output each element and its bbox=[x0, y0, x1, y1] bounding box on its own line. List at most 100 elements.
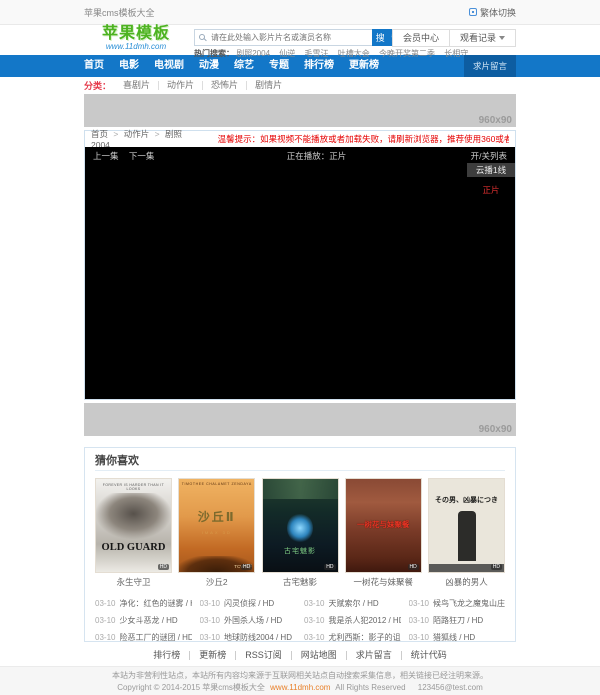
update-item[interactable]: 03-10候鸟飞龙之魔鬼山庄 / HD bbox=[409, 595, 506, 612]
nav-item-tv[interactable]: 电视剧 bbox=[154, 55, 184, 77]
update-item[interactable]: 03-10险恶工厂的谜团 / HD bbox=[95, 629, 192, 642]
update-title: 闪灵侦探 / HD bbox=[224, 595, 274, 612]
update-date: 03-10 bbox=[304, 595, 324, 612]
request-film-button[interactable]: 求片留言 bbox=[464, 55, 516, 77]
video-player[interactable]: 上一集 下一集 正在播放：正片 开/关列表 云播1线 正片 bbox=[85, 147, 515, 399]
footer-links: 排行榜更新榜RSS订阅网站地图求片留言统计代码 bbox=[0, 642, 600, 666]
movie-title: 永生守卫 bbox=[95, 576, 172, 588]
footer-link-ranking[interactable]: 排行榜 bbox=[144, 651, 190, 660]
update-date: 03-10 bbox=[95, 595, 115, 612]
footer-link-sitemap[interactable]: 网站地图 bbox=[292, 651, 347, 660]
footer-link-request[interactable]: 求片留言 bbox=[347, 651, 402, 660]
update-item[interactable]: 03-10闪灵侦探 / HD bbox=[200, 595, 297, 612]
update-date: 03-10 bbox=[304, 612, 324, 629]
player-notice: 温馨提示：如果视频不能播放或者加载失败，请刷新浏览器，推荐使用360或者谷歌浏览… bbox=[218, 133, 509, 145]
footer-site-url[interactable]: www.11dmh.com bbox=[270, 683, 330, 692]
suggestions-title: 猜你喜欢 bbox=[95, 448, 505, 471]
movie-card[interactable]: 古宅魅影 HD 古宅魅影 bbox=[262, 478, 339, 588]
suggestions-section: 猜你喜欢 FOREVER IS HARDER THAN IT LOOKS OLD… bbox=[84, 447, 516, 642]
watch-history-dropdown[interactable]: 观看记录 bbox=[450, 30, 515, 46]
nav-item-home[interactable]: 首页 bbox=[84, 55, 104, 77]
update-item[interactable]: 03-10外国杀人场 / HD bbox=[200, 612, 297, 629]
update-item[interactable]: 03-10陌路狂刀 / HD bbox=[409, 612, 506, 629]
movie-title: 凶暴的男人 bbox=[428, 576, 505, 588]
update-date: 03-10 bbox=[409, 612, 429, 629]
movie-card[interactable]: その男、凶暴につき HD 凶暴的男人 bbox=[428, 478, 505, 588]
movie-title: 古宅魅影 bbox=[262, 576, 339, 588]
poster-title: 沙丘Ⅱ bbox=[179, 508, 254, 525]
footer: 本站为非营利性站点，本站所有内容均来源于互联网相关站点自动搜索采集信息，相关链接… bbox=[0, 666, 600, 695]
latest-updates-grid: 03-10净化：红色的谜雾 / HD 03-10闪灵侦探 / HD 03-10天… bbox=[95, 595, 505, 642]
episode-link[interactable]: 正片 bbox=[467, 184, 515, 196]
footer-disclaimer: 本站为非营利性站点，本站所有内容均来源于互联网相关站点自动搜索采集信息，相关链接… bbox=[0, 670, 600, 682]
update-item[interactable]: 03-10猎狐线 / HD bbox=[409, 629, 506, 642]
prev-episode-button[interactable]: 上一集 bbox=[93, 151, 119, 161]
breadcrumb-category[interactable]: 动作片 bbox=[124, 129, 150, 139]
source-tab[interactable]: 云播1线 bbox=[467, 163, 515, 177]
update-date: 03-10 bbox=[200, 595, 220, 612]
nav-item-latest[interactable]: 更新榜 bbox=[349, 55, 379, 77]
update-date: 03-10 bbox=[304, 629, 324, 642]
update-title: 天赋索尔 / HD bbox=[328, 595, 378, 612]
poster-subtitle: IMAX 3D bbox=[179, 530, 254, 535]
category-horror[interactable]: 恐怖片 bbox=[203, 81, 247, 90]
site-logo[interactable]: 苹果模板 www.11dmh.com bbox=[84, 25, 188, 51]
rights-text: All Rights Reserved bbox=[335, 683, 405, 692]
update-title: 陌路狂刀 / HD bbox=[433, 612, 483, 629]
update-item[interactable]: 03-10净化：红色的谜雾 / HD bbox=[95, 595, 192, 612]
playlist-sidebar: 云播1线 正片 bbox=[467, 163, 515, 399]
category-comedy[interactable]: 喜剧片 bbox=[115, 81, 159, 90]
next-episode-button[interactable]: 下一集 bbox=[129, 151, 155, 161]
movie-poster: FOREVER IS HARDER THAN IT LOOKS OLD GUAR… bbox=[95, 478, 172, 573]
update-title: 净化：红色的谜雾 / HD bbox=[119, 595, 191, 612]
member-center-link[interactable]: 会员中心 bbox=[393, 30, 450, 46]
nav-item-ranking[interactable]: 排行榜 bbox=[304, 55, 334, 77]
footer-link-rss[interactable]: RSS订阅 bbox=[236, 651, 292, 660]
watch-history-label: 观看记录 bbox=[460, 30, 496, 46]
update-item[interactable]: 03-10少女斗恶龙 / HD bbox=[95, 612, 192, 629]
movie-card[interactable]: FOREVER IS HARDER THAN IT LOOKS OLD GUAR… bbox=[95, 478, 172, 588]
category-bar: 分类： 喜剧片 动作片 恐怖片 剧情片 bbox=[0, 77, 600, 94]
search-icon bbox=[199, 34, 205, 40]
breadcrumb-separator: > bbox=[113, 129, 118, 139]
ad-banner-bottom[interactable]: 960x90 bbox=[84, 403, 516, 436]
poster-cast-line: TIMOTHEE CHALAMET ZENDAYA bbox=[179, 482, 254, 486]
movie-card[interactable]: 一树花与妹聚餐 HD 一树花与妹聚餐 bbox=[345, 478, 422, 588]
movie-card[interactable]: TIMOTHEE CHALAMET ZENDAYA 沙丘Ⅱ IMAX 3D TC… bbox=[178, 478, 255, 588]
nav-item-anime[interactable]: 动漫 bbox=[199, 55, 219, 77]
lang-switch-link[interactable]: 繁体切换 bbox=[469, 6, 516, 19]
ad-banner-top[interactable]: 960x90 bbox=[84, 94, 516, 127]
top-bar: 苹果cms模板大全 繁体切换 bbox=[0, 0, 600, 25]
poster-title: その男、凶暴につき bbox=[432, 495, 501, 505]
ad-size-label: 960x90 bbox=[479, 115, 512, 126]
nav-item-topics[interactable]: 专题 bbox=[269, 55, 289, 77]
update-item[interactable]: 03-10地球防线2004 / HD bbox=[200, 629, 297, 642]
translate-icon bbox=[469, 8, 477, 16]
footer-link-latest[interactable]: 更新榜 bbox=[190, 651, 236, 660]
poster-title: OLD GUARD bbox=[96, 542, 171, 553]
search-input[interactable] bbox=[194, 29, 372, 46]
footer-link-stats[interactable]: 统计代码 bbox=[402, 651, 456, 660]
logo-domain: www.11dmh.com bbox=[84, 42, 188, 51]
poster-title: 古宅魅影 bbox=[263, 546, 338, 556]
lang-switch-label: 繁体切换 bbox=[480, 6, 516, 19]
footer-copyright: Copyright © 2014-2015 苹果cms模板大全 www.11dm… bbox=[0, 682, 600, 694]
nav-item-variety[interactable]: 综艺 bbox=[234, 55, 254, 77]
update-title: 我是杀人犯2012 / HD bbox=[328, 612, 400, 629]
breadcrumb-separator: > bbox=[155, 129, 160, 139]
update-date: 03-10 bbox=[95, 612, 115, 629]
toggle-playlist-button[interactable]: 开/关列表 bbox=[471, 150, 507, 162]
category-drama[interactable]: 剧情片 bbox=[247, 81, 290, 90]
update-item[interactable]: 03-10天赋索尔 / HD bbox=[304, 595, 401, 612]
update-title: 少女斗恶龙 / HD bbox=[119, 612, 177, 629]
nav-item-movies[interactable]: 电影 bbox=[119, 55, 139, 77]
breadcrumb-home[interactable]: 首页 bbox=[91, 129, 108, 139]
update-item[interactable]: 03-10尤利西斯：影子的诅咒 / HD bbox=[304, 629, 401, 642]
category-action[interactable]: 动作片 bbox=[159, 81, 203, 90]
quality-badge: HD bbox=[408, 564, 419, 570]
copyright-text: Copyright © 2014-2015 苹果cms模板大全 bbox=[117, 683, 265, 692]
update-item[interactable]: 03-10我是杀人犯2012 / HD bbox=[304, 612, 401, 629]
poster-title: 一树花与妹聚餐 bbox=[346, 519, 421, 530]
update-date: 03-10 bbox=[409, 629, 429, 642]
poster-tagline: FOREVER IS HARDER THAN IT LOOKS bbox=[96, 483, 171, 491]
